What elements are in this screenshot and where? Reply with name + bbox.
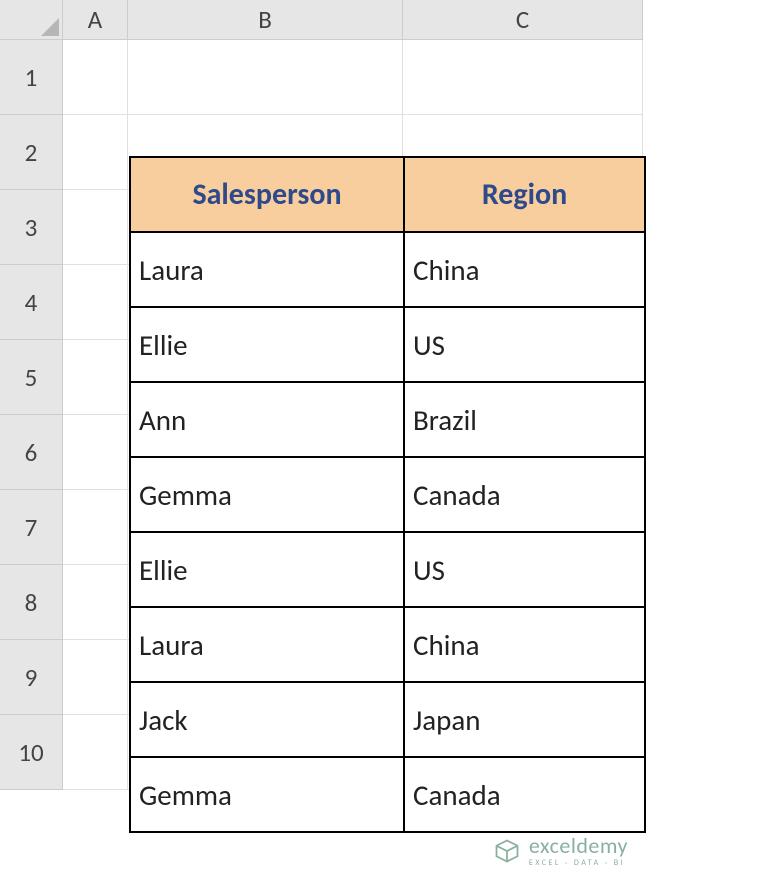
table-row: Laura China <box>130 607 645 682</box>
cell-region[interactable]: Brazil <box>404 382 645 457</box>
row-header-1[interactable]: 1 <box>0 40 63 115</box>
watermark-brand: exceldemy <box>529 835 628 857</box>
cell-region[interactable]: Japan <box>404 682 645 757</box>
cell-a10[interactable] <box>63 715 128 790</box>
cell-salesperson[interactable]: Gemma <box>130 457 404 532</box>
cell-a9[interactable] <box>63 640 128 715</box>
cell-salesperson[interactable]: Ellie <box>130 307 404 382</box>
table-row: Gemma Canada <box>130 457 645 532</box>
cell-salesperson[interactable]: Jack <box>130 682 404 757</box>
cell-a7[interactable] <box>63 490 128 565</box>
cell-a5[interactable] <box>63 340 128 415</box>
cell-a6[interactable] <box>63 415 128 490</box>
header-region[interactable]: Region <box>404 157 645 232</box>
table-row: Ellie US <box>130 532 645 607</box>
cell-a8[interactable] <box>63 565 128 640</box>
cell-c1[interactable] <box>403 40 643 115</box>
row-header-2[interactable]: 2 <box>0 115 63 190</box>
cell-a3[interactable] <box>63 190 128 265</box>
watermark-icon <box>493 837 521 865</box>
cell-salesperson[interactable]: Ann <box>130 382 404 457</box>
cell-salesperson[interactable]: Laura <box>130 607 404 682</box>
cell-salesperson[interactable]: Gemma <box>130 757 404 832</box>
cell-region[interactable]: US <box>404 532 645 607</box>
table-row: Ellie US <box>130 307 645 382</box>
table-row: Ann Brazil <box>130 382 645 457</box>
table-row: Gemma Canada <box>130 757 645 832</box>
cell-salesperson[interactable]: Laura <box>130 232 404 307</box>
select-all-corner[interactable] <box>0 0 63 40</box>
row-header-6[interactable]: 6 <box>0 415 63 490</box>
col-header-b[interactable]: B <box>128 0 403 40</box>
row-header-7[interactable]: 7 <box>0 490 63 565</box>
row-header-3[interactable]: 3 <box>0 190 63 265</box>
cell-region[interactable]: Canada <box>404 457 645 532</box>
table-row: Jack Japan <box>130 682 645 757</box>
cell-a2[interactable] <box>63 115 128 190</box>
row-header-10[interactable]: 10 <box>0 715 63 790</box>
table-row: Laura China <box>130 232 645 307</box>
cell-salesperson[interactable]: Ellie <box>130 532 404 607</box>
cell-b1[interactable] <box>128 40 403 115</box>
cell-region[interactable]: US <box>404 307 645 382</box>
spreadsheet-container: A B C 1 2 3 4 5 6 7 8 <box>0 0 768 790</box>
cell-region[interactable]: Canada <box>404 757 645 832</box>
cell-region[interactable]: China <box>404 232 645 307</box>
row-header-8[interactable]: 8 <box>0 565 63 640</box>
select-all-icon <box>41 18 59 36</box>
col-header-c[interactable]: C <box>403 0 643 40</box>
cell-a4[interactable] <box>63 265 128 340</box>
row-header-4[interactable]: 4 <box>0 265 63 340</box>
data-table: Salesperson Region Laura China Ellie US … <box>129 156 646 833</box>
watermark-tagline: EXCEL · DATA · BI <box>529 859 628 867</box>
cell-a1[interactable] <box>63 40 128 115</box>
watermark-text: exceldemy EXCEL · DATA · BI <box>529 835 628 867</box>
row-header-5[interactable]: 5 <box>0 340 63 415</box>
table-header-row: Salesperson Region <box>130 157 645 232</box>
col-header-a[interactable]: A <box>63 0 128 40</box>
header-salesperson[interactable]: Salesperson <box>130 157 404 232</box>
row-header-9[interactable]: 9 <box>0 640 63 715</box>
cell-region[interactable]: China <box>404 607 645 682</box>
watermark: exceldemy EXCEL · DATA · BI <box>493 835 628 867</box>
